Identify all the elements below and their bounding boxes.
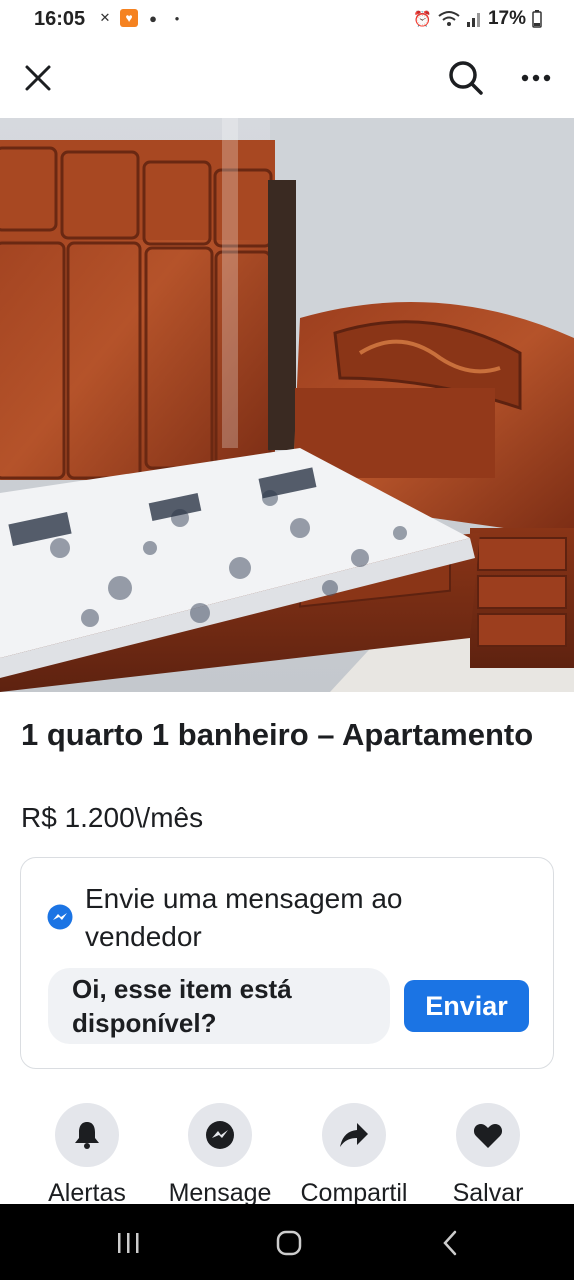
message-card-title: Envie uma mensagem ao vendedor [85, 883, 403, 952]
listing-title: 1 quarto 1 banheiro – Apartamento [21, 717, 534, 752]
system-nav-bar [0, 1204, 574, 1280]
message-label: Mensage [168, 1179, 272, 1204]
bedroom-photo-illustration [0, 118, 574, 692]
alerts-label: Alertas [48, 1179, 126, 1204]
message-input[interactable]: Oi, esse item está disponível? [48, 968, 390, 1044]
recents-icon [118, 1233, 139, 1253]
message-circle [188, 1103, 252, 1167]
battery-percent: 17% [487, 8, 526, 29]
action-row: Alertas Mensage Compartil Salvar [0, 1100, 574, 1204]
app-badge-icon: ♥ [120, 9, 138, 27]
signal-icon [466, 13, 480, 27]
notification-dot-icon: ● [174, 13, 180, 23]
status-right-group: ⏰ 17% [413, 8, 542, 30]
wifi-icon [438, 11, 460, 26]
status-time: 16:05 [34, 8, 86, 30]
share-circle [322, 1103, 386, 1167]
save-label: Salvar [452, 1179, 524, 1204]
status-notification-icons: ✕ ♥ ● ● [96, 9, 186, 27]
message-seller-card: Envie uma mensagem ao vendedor Oi, esse … [20, 857, 554, 1069]
alarm-icon: ⏰ [413, 11, 432, 28]
bell-icon [75, 1122, 99, 1149]
home-button[interactable] [269, 1226, 309, 1260]
close-icon [25, 65, 51, 91]
recents-button[interactable] [108, 1226, 148, 1260]
gmail-icon: ✕ [99, 10, 111, 25]
share-label: Compartil [300, 1179, 408, 1204]
save-circle [456, 1103, 520, 1167]
search-button[interactable] [442, 54, 490, 102]
close-button[interactable] [14, 54, 62, 102]
save-button[interactable]: Salvar [421, 1100, 555, 1204]
message-button[interactable]: Mensage [153, 1100, 287, 1204]
heart-icon [473, 1123, 503, 1148]
send-button[interactable]: Enviar [404, 980, 529, 1032]
search-icon [449, 61, 483, 95]
listing-photo[interactable] [0, 118, 574, 692]
app-bar [0, 40, 574, 116]
back-icon [443, 1230, 457, 1256]
home-icon [276, 1230, 302, 1256]
more-options-button[interactable] [512, 54, 560, 102]
share-button[interactable]: Compartil [287, 1100, 421, 1204]
messenger-icon [206, 1121, 234, 1149]
listing-price: R$ 1.200\/mês [21, 802, 204, 833]
chat-icon: ● [149, 10, 157, 26]
back-button[interactable] [430, 1226, 470, 1260]
alerts-button[interactable]: Alertas [20, 1100, 154, 1204]
status-bar: 16:05 ✕ ♥ ● ● ⏰ 17% [0, 0, 574, 40]
messenger-icon [47, 904, 73, 930]
alerts-circle [55, 1103, 119, 1167]
share-icon [340, 1123, 368, 1147]
battery-icon [532, 10, 542, 28]
more-icon [521, 74, 551, 82]
